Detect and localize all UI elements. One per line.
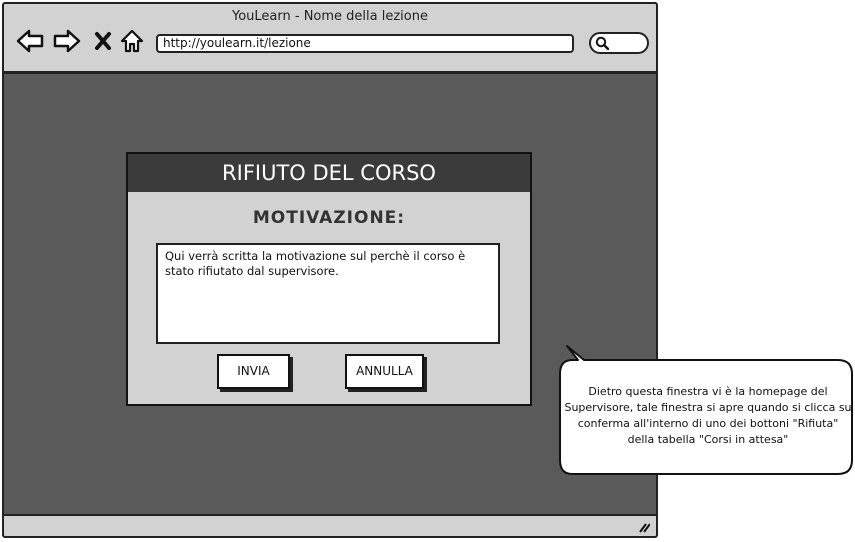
- home-icon[interactable]: [119, 28, 145, 54]
- motivation-label: MOTIVAZIONE:: [252, 208, 406, 228]
- browser-toolbar: YouLearn - Nome della lezione http://you…: [4, 4, 656, 74]
- dialog-title: RIFIUTO DEL CORSO: [128, 154, 530, 192]
- window-title: YouLearn - Nome della lezione: [232, 9, 428, 24]
- back-arrow-icon[interactable]: [16, 28, 44, 54]
- reject-course-dialog: RIFIUTO DEL CORSO MOTIVAZIONE: Qui verrà…: [126, 152, 532, 406]
- cancel-button[interactable]: ANNULLA: [345, 354, 424, 389]
- search-icon: [595, 36, 609, 50]
- status-bar: [4, 514, 656, 536]
- annotation-text: Dietro questa finestra vi è la homepage …: [564, 385, 852, 446]
- forward-arrow-icon[interactable]: [53, 28, 81, 54]
- url-bar[interactable]: http://youlearn.it/lezione: [156, 34, 574, 53]
- annotation-callout: Dietro questa finestra vi è la homepage …: [558, 342, 854, 476]
- motivation-textarea[interactable]: Qui verrà scritta la motivazione sul per…: [156, 243, 500, 344]
- search-input[interactable]: [589, 32, 649, 54]
- close-icon[interactable]: [92, 28, 114, 54]
- send-button[interactable]: INVIA: [217, 354, 290, 389]
- resize-grip-icon[interactable]: [636, 519, 650, 533]
